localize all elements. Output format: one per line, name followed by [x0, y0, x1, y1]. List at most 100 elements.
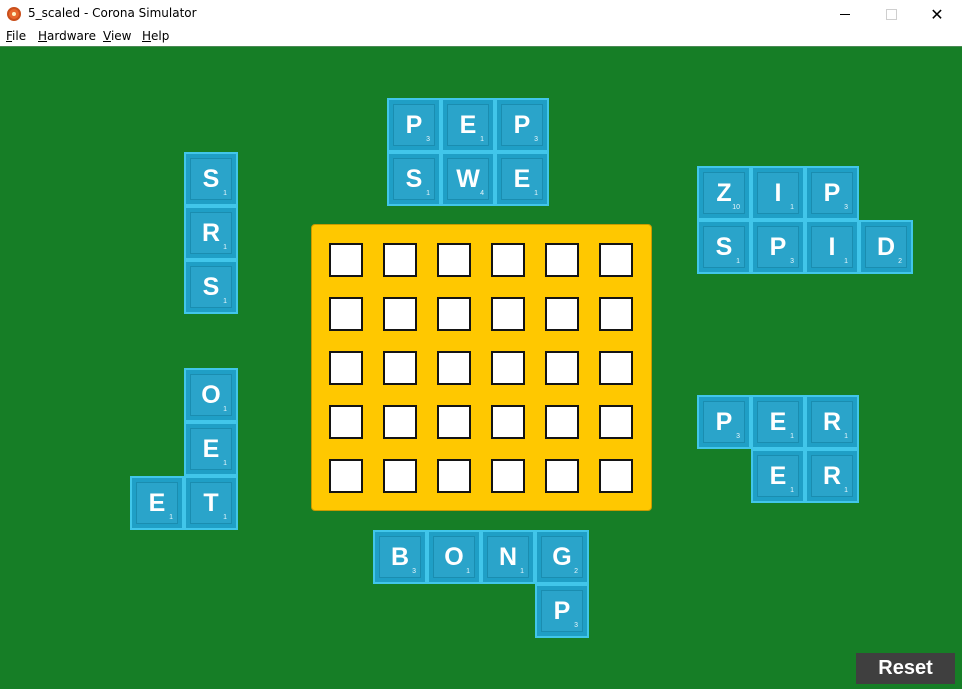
tile-score: 1 — [223, 460, 227, 467]
tile-score: 3 — [426, 136, 430, 143]
tile-score: 3 — [534, 136, 538, 143]
board-cell[interactable] — [491, 243, 525, 277]
letter-tile[interactable]: S1 — [184, 152, 238, 206]
tile-letter: W — [456, 164, 480, 193]
board-cell[interactable] — [491, 351, 525, 385]
board-cell[interactable] — [545, 243, 579, 277]
letter-tile[interactable]: S1 — [697, 220, 751, 274]
tile-letter: E — [513, 164, 531, 193]
board-cell[interactable] — [329, 405, 363, 439]
letter-tile[interactable]: E1 — [130, 476, 184, 530]
tile-score: 2 — [574, 568, 578, 575]
board-cell[interactable] — [383, 297, 417, 331]
letter-tile[interactable]: S1 — [184, 260, 238, 314]
board-cell[interactable] — [437, 459, 471, 493]
tile-score: 1 — [223, 190, 227, 197]
letter-tile[interactable]: E1 — [751, 395, 805, 449]
board-cell[interactable] — [599, 351, 633, 385]
tile-letter: E — [148, 488, 166, 517]
tile-letter: E — [769, 461, 787, 490]
letter-tile[interactable]: E1 — [184, 422, 238, 476]
letter-tile[interactable]: O1 — [184, 368, 238, 422]
letter-tile[interactable]: P3 — [751, 220, 805, 274]
board-cell[interactable] — [437, 243, 471, 277]
letter-tile[interactable]: E1 — [441, 98, 495, 152]
board-cell[interactable] — [491, 405, 525, 439]
board-cell[interactable] — [599, 297, 633, 331]
letter-tile[interactable]: P3 — [805, 166, 859, 220]
tile-score: 3 — [736, 433, 740, 440]
letter-tile[interactable]: R1 — [805, 449, 859, 503]
maximize-icon — [885, 8, 897, 20]
board-cell[interactable] — [383, 405, 417, 439]
tile-score: 1 — [534, 190, 538, 197]
board-cell[interactable] — [491, 297, 525, 331]
maximize-button[interactable] — [868, 0, 914, 28]
board-cell[interactable] — [599, 459, 633, 493]
board-cell[interactable] — [545, 459, 579, 493]
letter-tile[interactable]: T1 — [184, 476, 238, 530]
letter-tile[interactable]: Z 10 — [697, 166, 751, 220]
board-cell[interactable] — [329, 297, 363, 331]
tile-score: 3 — [574, 622, 578, 629]
close-button[interactable]: ✕ — [914, 0, 960, 28]
tile-score: 3 — [844, 204, 848, 211]
menu-help[interactable]: Help — [142, 29, 169, 43]
board-cell[interactable] — [329, 243, 363, 277]
board-cell[interactable] — [383, 351, 417, 385]
tile-score: 1 — [736, 258, 740, 265]
letter-tile[interactable]: P3 — [495, 98, 549, 152]
letter-tile[interactable]: R1 — [184, 206, 238, 260]
board-cell[interactable] — [383, 459, 417, 493]
minimize-button[interactable] — [822, 0, 868, 28]
board-cell[interactable] — [383, 243, 417, 277]
letter-tile[interactable]: R1 — [805, 395, 859, 449]
tile-letter: O — [201, 380, 221, 409]
board-cell[interactable] — [437, 351, 471, 385]
minimize-icon — [840, 13, 850, 15]
tile-score: 1 — [790, 487, 794, 494]
title-bar: 5_scaled - Corona Simulator ✕ — [0, 0, 962, 28]
tile-letter: N — [498, 542, 518, 571]
letter-tile[interactable]: O1 — [427, 530, 481, 584]
menu-hardware[interactable]: Hardware — [38, 29, 96, 43]
tile-letter: B — [390, 542, 410, 571]
tile-letter: P — [823, 178, 841, 207]
board-cell[interactable] — [329, 351, 363, 385]
tile-letter: D — [876, 232, 896, 261]
tile-letter: T — [203, 488, 219, 517]
board-cell[interactable] — [599, 243, 633, 277]
board-cell[interactable] — [545, 351, 579, 385]
letter-tile[interactable]: E1 — [751, 449, 805, 503]
board-cell[interactable] — [437, 297, 471, 331]
board-cell[interactable] — [437, 405, 471, 439]
letter-tile[interactable]: D2 — [859, 220, 913, 274]
tile-score: 3 — [412, 568, 416, 575]
letter-tile[interactable]: N1 — [481, 530, 535, 584]
letter-tile[interactable]: P3 — [697, 395, 751, 449]
tile-score: 1 — [844, 258, 848, 265]
menu-file[interactable]: File — [6, 29, 26, 43]
tile-letter: E — [459, 110, 477, 139]
letter-tile[interactable]: E1 — [495, 152, 549, 206]
tile-score: 1 — [844, 433, 848, 440]
tile-score: 1 — [790, 204, 794, 211]
letter-tile[interactable]: I1 — [751, 166, 805, 220]
reset-button[interactable]: Reset — [856, 653, 955, 684]
tile-letter: P — [769, 232, 787, 261]
letter-tile[interactable]: W4 — [441, 152, 495, 206]
letter-tile[interactable]: P3 — [535, 584, 589, 638]
board-cell[interactable] — [491, 459, 525, 493]
board-cell[interactable] — [545, 297, 579, 331]
letter-tile[interactable]: B3 — [373, 530, 427, 584]
tile-letter: R — [201, 218, 221, 247]
letter-tile[interactable]: P3 — [387, 98, 441, 152]
letter-tile[interactable]: G2 — [535, 530, 589, 584]
board-cell[interactable] — [599, 405, 633, 439]
tile-letter: I — [828, 232, 836, 261]
letter-tile[interactable]: I1 — [805, 220, 859, 274]
letter-tile[interactable]: S1 — [387, 152, 441, 206]
board-cell[interactable] — [545, 405, 579, 439]
board-cell[interactable] — [329, 459, 363, 493]
menu-view[interactable]: View — [103, 29, 131, 43]
